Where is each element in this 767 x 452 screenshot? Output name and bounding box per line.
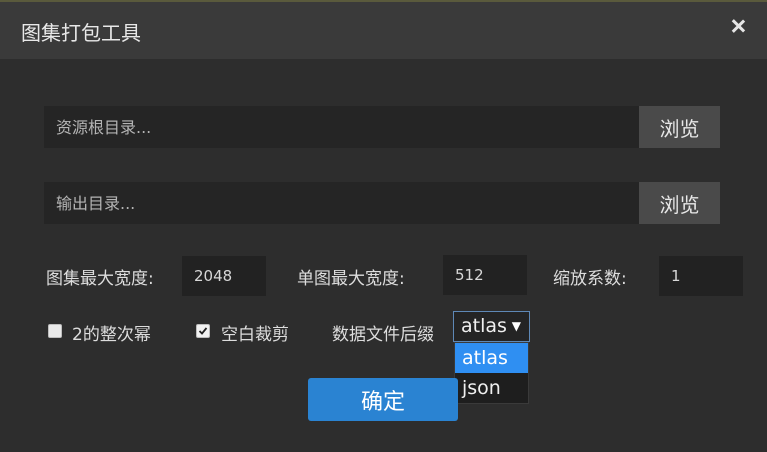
trim-label: 空白裁剪 xyxy=(221,325,289,345)
source-browse-button[interactable]: 浏览 xyxy=(639,106,720,148)
data-suffix-label: 数据文件后缀 xyxy=(332,325,434,345)
atlas-max-width-label: 图集最大宽度: xyxy=(46,269,154,289)
suffix-option-json[interactable]: json xyxy=(455,373,528,403)
title-bar: 图集打包工具 xyxy=(0,2,767,59)
power-of-two-checkbox[interactable] xyxy=(48,324,62,338)
data-suffix-select[interactable]: atlas ▼ xyxy=(453,311,530,342)
atlas-max-width-field[interactable]: 2048 xyxy=(182,256,266,296)
trim-checkbox[interactable] xyxy=(196,324,210,338)
scale-factor-field[interactable]: 1 xyxy=(659,256,743,296)
data-suffix-dropdown: atlas json xyxy=(454,342,529,404)
output-dir-input[interactable] xyxy=(44,182,639,224)
source-dir-input[interactable] xyxy=(44,106,639,148)
checkmark-icon xyxy=(198,327,208,335)
suffix-option-atlas[interactable]: atlas xyxy=(455,343,528,373)
confirm-button[interactable]: 确定 xyxy=(308,378,458,421)
close-icon[interactable] xyxy=(729,17,747,35)
source-dir-row: 浏览 xyxy=(44,106,720,148)
scale-factor-label: 缩放系数: xyxy=(553,269,627,289)
single-max-width-field[interactable]: 512 xyxy=(443,255,527,295)
dropdown-arrow-icon: ▼ xyxy=(511,319,521,333)
power-of-two-label: 2的整次幂 xyxy=(72,325,151,345)
window-title: 图集打包工具 xyxy=(21,21,141,45)
output-dir-row: 浏览 xyxy=(44,182,720,224)
data-suffix-value: atlas xyxy=(461,315,507,337)
output-browse-button[interactable]: 浏览 xyxy=(639,182,720,224)
single-max-width-label: 单图最大宽度: xyxy=(297,269,405,289)
